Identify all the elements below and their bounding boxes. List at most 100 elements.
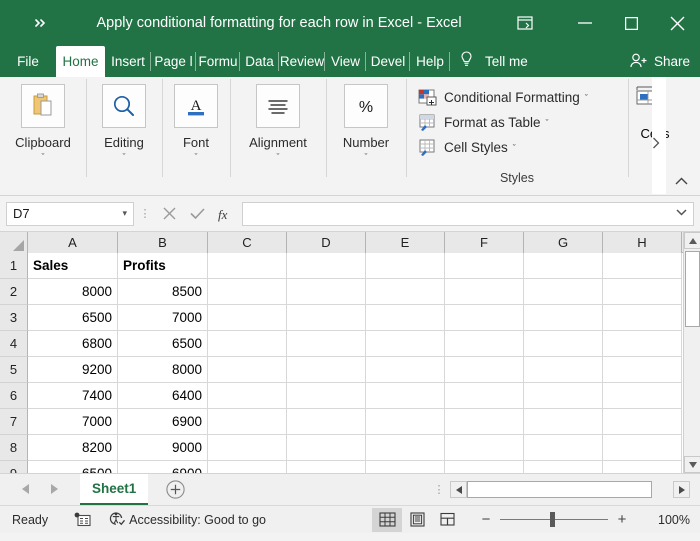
cell-G6[interactable] (524, 383, 603, 409)
name-box[interactable]: D7 ▾ (6, 201, 134, 226)
cell-H7[interactable] (603, 409, 682, 435)
cell-A2[interactable]: 8000 (28, 279, 118, 305)
expand-formula-bar-icon[interactable] (676, 208, 687, 219)
zoom-in-button[interactable]: + (612, 511, 632, 528)
row-header-4[interactable]: 4 (0, 331, 28, 357)
ribbon-scroll-right-icon[interactable] (652, 137, 660, 152)
row-header-6[interactable]: 6 (0, 383, 28, 409)
cell-D7[interactable] (287, 409, 366, 435)
page-break-view-icon[interactable] (432, 508, 462, 532)
cell-H3[interactable] (603, 305, 682, 331)
ribbon-group-editing[interactable]: Editing ˇ (86, 77, 162, 187)
cell-H6[interactable] (603, 383, 682, 409)
chevron-down-icon[interactable]: ˇ (546, 118, 549, 128)
zoom-slider-track[interactable] (500, 512, 608, 527)
tab-formulas[interactable]: Formu (196, 46, 240, 77)
ribbon-display-options-icon[interactable] (500, 0, 550, 46)
accessibility-status[interactable]: Accessibility: Good to go (109, 511, 266, 529)
cell-D4[interactable] (287, 331, 366, 357)
cell-H1[interactable] (603, 253, 682, 279)
horizontal-split-grip[interactable]: ⋮ (428, 484, 450, 495)
cell-H4[interactable] (603, 331, 682, 357)
cell-A5[interactable]: 9200 (28, 357, 118, 383)
chevron-down-icon[interactable]: ˇ (513, 143, 516, 153)
cell-A3[interactable]: 6500 (28, 305, 118, 331)
cell-B5[interactable]: 8000 (118, 357, 208, 383)
share-button[interactable]: Share (630, 46, 690, 77)
cell-H2[interactable] (603, 279, 682, 305)
chevron-down-icon[interactable]: ˇ (365, 153, 368, 162)
cell-C5[interactable] (208, 357, 287, 383)
horizontal-scrollbar-track[interactable] (467, 481, 673, 498)
scroll-left-icon[interactable] (450, 481, 467, 498)
scroll-up-icon[interactable] (684, 232, 700, 249)
cell-A7[interactable]: 7000 (28, 409, 118, 435)
horizontal-scrollbar[interactable] (450, 481, 690, 498)
cell-F3[interactable] (445, 305, 524, 331)
cell-G8[interactable] (524, 435, 603, 461)
cell-G3[interactable] (524, 305, 603, 331)
page-layout-view-icon[interactable] (402, 508, 432, 532)
cell-E5[interactable] (366, 357, 445, 383)
cell-A9[interactable]: 6500 (28, 461, 118, 473)
row-header-3[interactable]: 3 (0, 305, 28, 331)
cell-E6[interactable] (366, 383, 445, 409)
column-header-B[interactable]: B (118, 232, 208, 253)
cell-E9[interactable] (366, 461, 445, 473)
vertical-scrollbar[interactable] (683, 232, 700, 473)
cell-D9[interactable] (287, 461, 366, 473)
cell-C2[interactable] (208, 279, 287, 305)
zoom-percent-label[interactable]: 100% (646, 513, 690, 527)
sheet-tab-sheet1[interactable]: Sheet1 (80, 474, 149, 505)
cell-B4[interactable]: 6500 (118, 331, 208, 357)
row-header-9[interactable]: 9 (0, 461, 28, 473)
cell-F9[interactable] (445, 461, 524, 473)
cell-F5[interactable] (445, 357, 524, 383)
cell-G2[interactable] (524, 279, 603, 305)
scroll-down-icon[interactable] (684, 456, 700, 473)
cell-H5[interactable] (603, 357, 682, 383)
cell-F2[interactable] (445, 279, 524, 305)
close-icon[interactable] (654, 0, 700, 46)
cell-D3[interactable] (287, 305, 366, 331)
cell-E8[interactable] (366, 435, 445, 461)
fx-icon[interactable]: fx (212, 202, 238, 226)
formula-bar-grip[interactable]: ⋮ (134, 208, 156, 219)
ribbon-group-alignment[interactable]: Alignment ˇ (230, 77, 326, 187)
zoom-slider-thumb[interactable] (550, 512, 555, 527)
quick-access-toolbar-overflow-icon[interactable] (24, 0, 58, 46)
formula-input[interactable] (242, 201, 694, 226)
tab-file[interactable]: File (0, 46, 56, 77)
cell-E4[interactable] (366, 331, 445, 357)
column-header-G[interactable]: G (524, 232, 603, 253)
tab-review[interactable]: Review (279, 46, 325, 77)
cancel-x-icon[interactable] (156, 202, 182, 226)
cell-G9[interactable] (524, 461, 603, 473)
cell-A6[interactable]: 7400 (28, 383, 118, 409)
cell-A1[interactable]: Sales (28, 253, 118, 279)
cell-F6[interactable] (445, 383, 524, 409)
cell-G5[interactable] (524, 357, 603, 383)
cell-C1[interactable] (208, 253, 287, 279)
cell-B9[interactable]: 6900 (118, 461, 208, 473)
select-all-corner[interactable] (0, 232, 28, 253)
tab-home[interactable]: Home (56, 46, 105, 77)
tab-data[interactable]: Data (240, 46, 279, 77)
column-header-D[interactable]: D (287, 232, 366, 253)
cell-D8[interactable] (287, 435, 366, 461)
cell-styles-button[interactable]: Cell Styles ˇ (418, 135, 628, 160)
tab-view[interactable]: View (325, 46, 366, 77)
format-as-table-button[interactable]: Format as Table ˇ (418, 110, 628, 135)
cell-H9[interactable] (603, 461, 682, 473)
column-header-F[interactable]: F (445, 232, 524, 253)
maximize-icon[interactable] (608, 0, 654, 46)
horizontal-scrollbar-thumb[interactable] (467, 481, 652, 498)
chevron-down-icon[interactable]: ˇ (585, 93, 588, 103)
scroll-right-icon[interactable] (673, 481, 690, 498)
cell-B2[interactable]: 8500 (118, 279, 208, 305)
tab-developer[interactable]: Devel (366, 46, 410, 77)
cell-B3[interactable]: 7000 (118, 305, 208, 331)
cell-F4[interactable] (445, 331, 524, 357)
cell-H8[interactable] (603, 435, 682, 461)
chevron-down-icon[interactable]: ˇ (123, 153, 126, 162)
